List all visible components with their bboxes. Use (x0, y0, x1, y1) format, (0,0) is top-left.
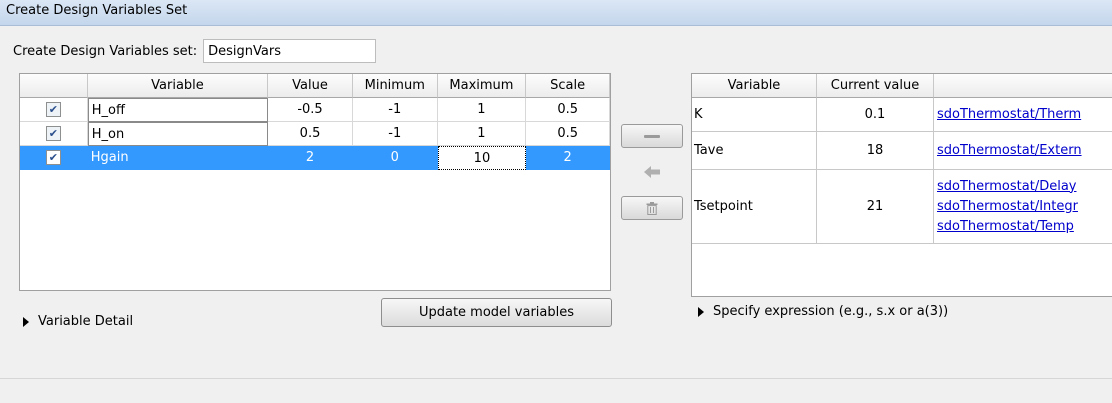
window-title: Create Design Variables Set (0, 0, 1112, 26)
current-value-cell: 21 (817, 170, 934, 243)
name-row: Create Design Variables set: (13, 38, 377, 64)
column-header-value[interactable]: Value (268, 74, 353, 98)
value-cell[interactable]: 0.5 (268, 122, 353, 146)
minimum-cell[interactable]: -1 (352, 98, 438, 122)
variable-cell[interactable]: H_on (87, 122, 269, 146)
delete-button[interactable] (621, 196, 683, 220)
block-link[interactable]: sdoThermostat/Extern (937, 141, 1082, 161)
current-value-cell: 0.1 (817, 98, 934, 131)
maximum-cell[interactable]: 1 (437, 98, 527, 122)
value-cell[interactable]: 2 (268, 146, 353, 170)
variable-cell: Tsetpoint (692, 170, 817, 243)
current-value-cell: 18 (817, 132, 934, 169)
table-row-selected[interactable]: ✔ Hgain 2 0 10 2 (20, 146, 610, 170)
minus-icon (644, 134, 660, 138)
variable-cell[interactable]: H_off (87, 98, 269, 122)
block-link[interactable]: sdoThermostat/Delay (937, 177, 1076, 197)
block-link[interactable]: sdoThermostat/Therm (937, 105, 1081, 125)
expand-triangle-icon (698, 306, 704, 317)
specify-expression-label: Specify expression (e.g., s.x or a(3)) (713, 304, 949, 319)
design-vars-name-input[interactable] (203, 39, 377, 63)
value-cell[interactable]: -0.5 (268, 98, 353, 122)
column-header-check[interactable] (20, 74, 88, 98)
variable-detail-label: Variable Detail (38, 314, 134, 329)
column-header-variable[interactable]: Variable (692, 74, 817, 98)
minimum-cell[interactable]: -1 (352, 122, 438, 146)
column-header-variable[interactable]: Variable (87, 74, 269, 98)
divider (0, 378, 1112, 379)
design-variables-table[interactable]: Variable Value Minimum Maximum Scale ✔ H… (19, 73, 611, 291)
variable-cell: Tave (692, 132, 817, 169)
row-checkbox[interactable]: ✔ (45, 102, 61, 117)
column-header-minimum[interactable]: Minimum (352, 74, 438, 98)
column-header-scale[interactable]: Scale (526, 74, 610, 98)
variable-cell[interactable]: Hgain (87, 146, 269, 170)
minimum-cell[interactable]: 0 (352, 146, 438, 170)
table-row[interactable]: ✔ H_on 0.5 -1 1 0.5 (20, 122, 610, 146)
row-checkbox[interactable]: ✔ (45, 126, 61, 141)
variable-detail-expander[interactable]: Variable Detail (23, 314, 133, 329)
table-row[interactable]: Tave 18 sdoThermostat/Extern (692, 132, 1112, 170)
scale-cell[interactable]: 2 (526, 146, 610, 170)
block-link[interactable]: sdoThermostat/Integr (937, 197, 1078, 217)
update-model-variables-button[interactable]: Update model variables (381, 298, 612, 327)
variable-cell: K (692, 98, 817, 131)
remove-variable-button[interactable] (621, 124, 683, 148)
model-variables-table[interactable]: Variable Current value K 0.1 sdoThermost… (691, 73, 1112, 297)
block-link[interactable]: sdoThermostat/Temp (937, 217, 1074, 237)
scale-cell[interactable]: 0.5 (526, 98, 610, 122)
table-header: Variable Current value (692, 74, 1112, 98)
scale-cell[interactable]: 0.5 (526, 122, 610, 146)
table-header: Variable Value Minimum Maximum Scale (20, 74, 610, 98)
table-row[interactable]: Tsetpoint 21 sdoThermostat/Delay sdoTher… (692, 170, 1112, 244)
name-label: Create Design Variables set: (13, 43, 198, 59)
column-header-maximum[interactable]: Maximum (437, 74, 527, 98)
add-variable-button[interactable] (621, 160, 683, 184)
row-checkbox[interactable]: ✔ (45, 150, 61, 165)
left-arrow-icon (644, 166, 660, 178)
column-header-used-in[interactable] (934, 74, 1112, 98)
maximum-cell-editing[interactable]: 10 (437, 146, 527, 170)
trash-icon (646, 201, 658, 215)
table-row[interactable]: ✔ H_off -0.5 -1 1 0.5 (20, 98, 610, 122)
maximum-cell[interactable]: 1 (437, 122, 527, 146)
column-header-current-value[interactable]: Current value (817, 74, 934, 98)
table-row[interactable]: K 0.1 sdoThermostat/Therm (692, 98, 1112, 132)
expand-triangle-icon (23, 316, 29, 327)
specify-expression-expander[interactable]: Specify expression (e.g., s.x or a(3)) (698, 304, 948, 319)
